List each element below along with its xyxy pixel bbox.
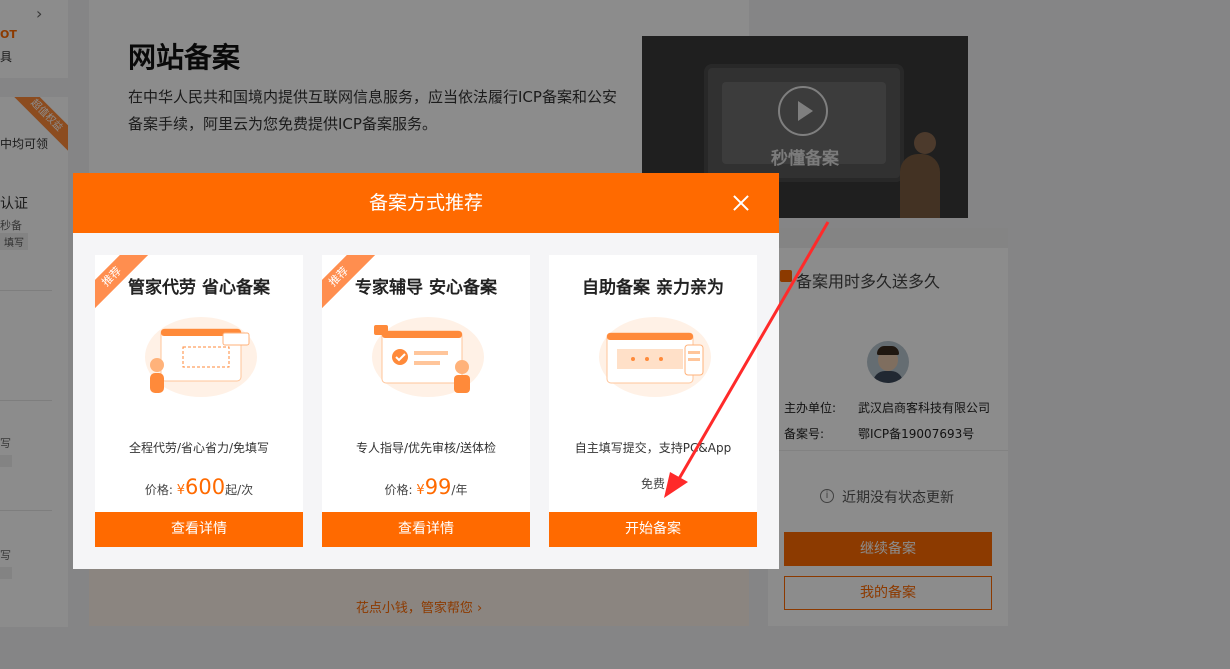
- expert-illustration-icon: [372, 317, 484, 397]
- filing-method-modal: 备案方式推荐 推荐 管家代劳 省心备案 全程代劳/省心省力/免填写 价格: ¥6…: [73, 173, 779, 569]
- price-currency: ¥: [176, 483, 185, 498]
- option-price: 价格: ¥99/年: [322, 475, 530, 499]
- option-description: 全程代劳/省心省力/免填写: [128, 441, 270, 455]
- price-label: 价格:: [144, 483, 173, 497]
- view-details-button[interactable]: 查看详情: [95, 512, 303, 547]
- option-card-self-service: 自助备案 亲力亲为 自主填写提交，支持PC&App 免费 开始备案: [549, 255, 757, 547]
- option-price-free: 免费: [640, 477, 665, 491]
- price-value: 600: [185, 475, 226, 499]
- price-unit: 起/次: [225, 483, 254, 497]
- option-card-butler: 推荐 管家代劳 省心备案 全程代劳/省心省力/免填写 价格: ¥600起/次 查…: [95, 255, 303, 547]
- option-card-expert: 推荐 专家辅导 安心备案 专人指导/优先审核/送体检 价格: ¥99/年 查看详…: [322, 255, 530, 547]
- start-filing-button[interactable]: 开始备案: [549, 512, 757, 547]
- butler-illustration-icon: [145, 317, 257, 397]
- modal-header: 备案方式推荐: [73, 173, 779, 233]
- self-service-illustration-icon: [599, 317, 711, 397]
- price-unit: /年: [451, 483, 468, 497]
- modal-title: 备案方式推荐: [368, 192, 483, 214]
- price-value: 99: [424, 475, 452, 499]
- option-title: 自助备案 亲力亲为: [582, 278, 724, 298]
- price-currency: ¥: [416, 483, 425, 498]
- view-details-button[interactable]: 查看详情: [322, 512, 530, 547]
- option-title: 专家辅导 安心备案: [355, 278, 497, 298]
- option-description: 专人指导/优先审核/送体检: [355, 441, 497, 455]
- option-title: 管家代劳 省心备案: [128, 278, 270, 298]
- option-price: 价格: ¥600起/次: [95, 475, 303, 499]
- close-icon[interactable]: [729, 191, 753, 215]
- price-label: 价格:: [384, 483, 413, 497]
- option-description: 自主填写提交，支持PC&App: [574, 441, 732, 455]
